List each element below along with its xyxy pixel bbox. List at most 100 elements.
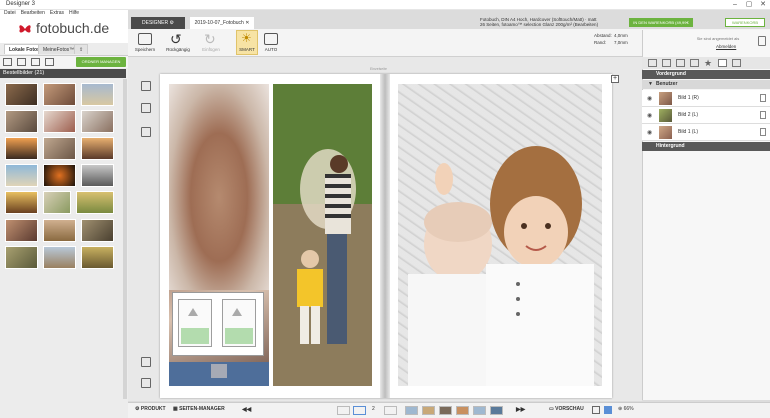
trash-icon[interactable] — [760, 94, 766, 102]
photo-thumbnail[interactable] — [76, 191, 114, 214]
photo-thumbnail[interactable] — [5, 191, 38, 214]
first-page-icon[interactable]: ◀◀ — [242, 406, 251, 413]
photo-thumbnail[interactable] — [43, 246, 76, 269]
photo-thumbnail[interactable] — [43, 164, 76, 187]
rtab-star-icon[interactable]: ★ — [704, 59, 713, 68]
photo-thumbnail[interactable] — [5, 246, 38, 269]
photo-thumbnail[interactable] — [5, 219, 38, 242]
rtab-comment-icon[interactable] — [648, 59, 657, 67]
menu-datei[interactable]: Datei — [4, 10, 16, 16]
cart-button[interactable]: WARENKORB — [725, 18, 765, 27]
photo-family-walk[interactable] — [273, 84, 372, 386]
page-thumbnail[interactable] — [490, 406, 503, 415]
zoom-level[interactable]: ⊕ 66% — [618, 406, 634, 412]
layer-row[interactable]: ◉ Bild 1 (L) — [642, 124, 770, 141]
save-icon[interactable] — [138, 33, 152, 45]
preview-button[interactable]: ▭ VORSCHAU — [549, 406, 584, 412]
layout-option[interactable] — [178, 299, 212, 347]
add-page-button[interactable]: + — [611, 75, 619, 83]
rtab-layers-icon[interactable] — [718, 59, 727, 67]
undo-icon[interactable]: ↺ — [170, 32, 182, 46]
page-number: 2 — [372, 406, 375, 412]
layer-row[interactable]: ◉ Bild 1 (R) — [642, 90, 770, 107]
delete-icon[interactable] — [141, 378, 151, 388]
menu-bearbeiten[interactable]: Bearbeiten — [21, 10, 45, 16]
photo-thumbnail[interactable] — [81, 83, 114, 106]
layer-group-hintergrund[interactable]: Hintergrund — [642, 142, 770, 151]
page-thumbnail[interactable] — [473, 406, 486, 415]
layout-tool-icon[interactable] — [141, 127, 151, 137]
photo-thumbnail[interactable] — [81, 164, 114, 187]
abstand-value[interactable]: 4,0mm — [614, 33, 628, 38]
layout-option[interactable] — [222, 299, 256, 347]
photo-thumbnail[interactable] — [5, 164, 38, 187]
left-scrollbar[interactable] — [123, 79, 127, 399]
tab-upload[interactable]: ⇪ — [74, 44, 88, 54]
tab-meine-fotos[interactable]: MeineFotos™ — [38, 44, 80, 54]
grid-view-icon[interactable] — [3, 58, 12, 66]
product-button[interactable]: ⚙ PRODUKT — [135, 406, 166, 412]
photo-thumbnail[interactable] — [43, 191, 71, 214]
page-thumbnail[interactable] — [384, 406, 397, 415]
maximize-icon[interactable]: ▢ — [742, 0, 756, 10]
rtab-page-icon[interactable] — [662, 59, 671, 67]
page-thumbnail[interactable] — [337, 406, 350, 415]
menu-hilfe[interactable]: Hilfe — [69, 10, 79, 16]
trash-icon[interactable] — [760, 128, 766, 136]
photo-thumbnail[interactable] — [81, 110, 114, 133]
account-text: Sie sind angemeldet als — [696, 36, 740, 41]
expand-icon[interactable]: ▼ — [648, 81, 653, 87]
page-thumbnail[interactable] — [353, 406, 366, 415]
trash-icon[interactable] — [760, 111, 766, 119]
redo-icon[interactable]: ↻ — [204, 32, 216, 46]
photo-thumbnail[interactable] — [5, 83, 38, 106]
tab-project[interactable]: 2019-10-07_Fotobuch ✕ — [190, 17, 254, 29]
photo-thumbnail[interactable] — [81, 137, 114, 160]
eye-icon[interactable]: ◉ — [647, 112, 652, 119]
filter-icon[interactable] — [31, 58, 40, 66]
photo-thumbnail[interactable] — [5, 110, 38, 133]
last-page-icon[interactable]: ▶▶ — [516, 406, 525, 413]
product-info-line2[interactable]: 26 Seiten, fotoamo™ selection Glanz 200g… — [480, 22, 625, 27]
rand-value[interactable]: 7,0mm — [614, 40, 628, 45]
photo-thumbnail[interactable] — [43, 137, 76, 160]
photo-thumbnail[interactable] — [43, 83, 76, 106]
photo-thumbnail[interactable] — [81, 246, 114, 269]
text-tool-icon[interactable] — [141, 103, 151, 113]
photo-thumbnail[interactable] — [43, 110, 76, 133]
view-options-icon[interactable] — [45, 58, 54, 66]
fit-icon[interactable] — [592, 406, 600, 414]
rtab-spread-icon[interactable] — [676, 59, 685, 67]
eye-icon[interactable]: ◉ — [647, 129, 652, 136]
page-manager-button[interactable]: ▦ SEITEN-MANAGER — [173, 406, 225, 412]
photo-kids-lying[interactable] — [398, 84, 602, 386]
rtab-text-icon[interactable] — [732, 59, 741, 67]
save-label: Speichern — [134, 47, 156, 52]
app-title: Designer 3 — [6, 1, 36, 7]
add-to-cart-button[interactable]: IN DEN WARENKORB (49,99€ 55,99 €) — [629, 18, 693, 34]
page-thumbnail[interactable] — [456, 406, 469, 415]
menu-extras[interactable]: Extras — [50, 10, 64, 16]
layer-row[interactable]: ◉ Bild 2 (L) — [642, 107, 770, 124]
page-thumbnail[interactable] — [439, 406, 452, 415]
image-tool-icon[interactable] — [141, 81, 151, 91]
layer-group-benutzer[interactable]: Benutzer — [642, 80, 770, 89]
auto-layout-icon[interactable] — [264, 33, 278, 45]
layer-group-vordergrund[interactable]: Vordergrund — [642, 70, 770, 79]
clipboard-icon[interactable] — [141, 357, 151, 367]
sort-icon[interactable] — [17, 58, 26, 66]
photo-thumbnail[interactable] — [81, 219, 114, 242]
photo-thumbnail[interactable] — [43, 219, 76, 242]
minimize-icon[interactable]: – — [728, 0, 742, 10]
eye-icon[interactable]: ◉ — [647, 95, 652, 102]
image-slot-placeholder[interactable] — [211, 364, 227, 378]
tab-designer[interactable]: DESIGNER ⚙ — [131, 17, 185, 29]
rtab-frame-icon[interactable] — [690, 59, 699, 67]
close-icon[interactable]: ✕ — [756, 0, 770, 10]
folder-manager-button[interactable]: ORDNER MANAGEN — [76, 57, 126, 67]
zoom-icon[interactable] — [604, 406, 612, 414]
page-thumbnail[interactable] — [405, 406, 418, 415]
photo-thumbnail[interactable] — [5, 137, 38, 160]
page-thumbnail[interactable] — [422, 406, 435, 415]
logout-link[interactable]: Abmelden — [716, 44, 736, 49]
